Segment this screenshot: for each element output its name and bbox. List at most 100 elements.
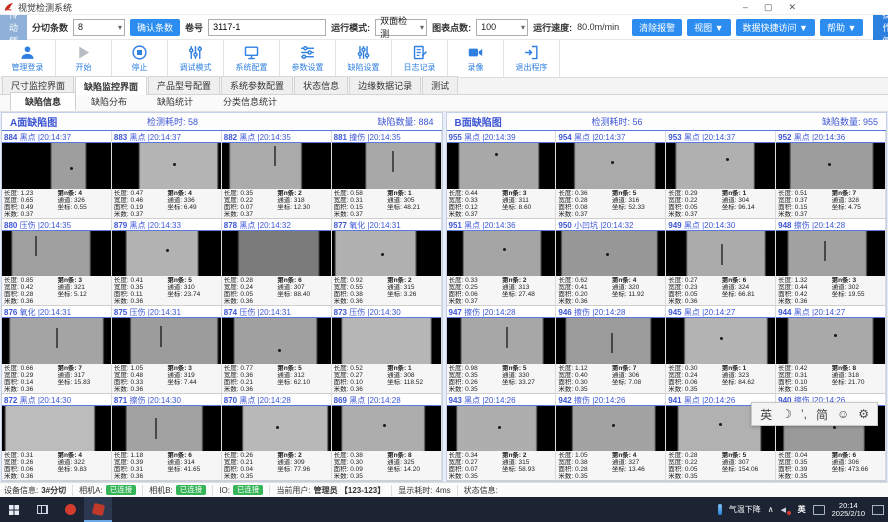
action-tune-button[interactable]: 调试模式 [168, 40, 224, 77]
ime-english-icon[interactable]: 英 [760, 406, 772, 423]
defect-cell[interactable]: 955 黑点 |20:14:39长度: 0.44宽度: 0.33面积: 0.12… [447, 131, 557, 219]
defect-image[interactable] [112, 318, 221, 364]
defect-image[interactable] [2, 318, 111, 364]
defect-image[interactable] [556, 143, 665, 189]
defect-image[interactable] [112, 406, 221, 452]
action-user-button[interactable]: 管理登录 [0, 40, 56, 77]
defect-image[interactable] [666, 318, 775, 364]
action-log-button[interactable]: 日志记录 [392, 40, 448, 77]
operator-side-button[interactable]: 操作侧 [873, 15, 888, 40]
defect-cell[interactable]: 880 压伤 |20:14:35长度: 0.85宽度: 0.42面积: 0.28… [2, 219, 112, 307]
main-tab[interactable]: 测试 [422, 76, 458, 94]
roll-number-input[interactable] [208, 19, 326, 36]
action-vsliders-button[interactable]: 缺陷设置 [336, 40, 392, 77]
defect-image[interactable] [447, 318, 556, 364]
defect-cell[interactable]: 871 擦伤 |20:14:30长度: 1.18宽度: 0.39面积: 0.31… [112, 394, 222, 482]
defect-image[interactable] [222, 406, 331, 452]
defect-cell[interactable]: 945 黑点 |20:14:27长度: 0.30宽度: 0.24面积: 0.06… [666, 306, 776, 394]
sub-tab[interactable]: 分类信息统计 [208, 92, 292, 111]
taskbar-clock[interactable]: 20:14 2025/2/10 [832, 502, 865, 518]
defect-cell[interactable]: 882 黑点 |20:14:35长度: 0.35宽度: 0.22面积: 0.07… [222, 131, 332, 219]
start-button[interactable] [0, 497, 28, 522]
defect-image[interactable] [222, 318, 331, 364]
action-play-button[interactable]: 开始 [56, 40, 112, 77]
defect-image[interactable] [112, 143, 221, 189]
defect-cell[interactable]: 948 擦伤 |20:14:28长度: 1.32宽度: 0.44面积: 0.42… [776, 219, 886, 307]
ime-language-indicator[interactable]: 英 [798, 504, 806, 515]
defect-image[interactable] [776, 143, 885, 189]
defect-cell[interactable]: 877 氧化 |20:14:31长度: 0.92宽度: 0.55面积: 0.38… [332, 219, 442, 307]
defect-image[interactable] [556, 406, 665, 452]
defect-image[interactable] [2, 406, 111, 452]
touch-keyboard-icon[interactable] [813, 505, 825, 515]
defect-cell[interactable]: 874 压伤 |20:14:31长度: 0.77宽度: 0.36面积: 0.21… [222, 306, 332, 394]
minimize-button[interactable]: – [743, 2, 748, 13]
defect-image[interactable] [332, 143, 441, 189]
defect-image[interactable] [556, 318, 665, 364]
ime-punctuation-icon[interactable]: ’, [801, 407, 807, 421]
tray-expand-icon[interactable]: ∧ [768, 505, 774, 514]
maximize-button[interactable]: ▢ [764, 2, 773, 13]
defect-cell[interactable]: 942 擦伤 |20:14:26长度: 1.05宽度: 0.38面积: 0.28… [556, 394, 666, 482]
defect-image[interactable] [332, 231, 441, 277]
defect-cell[interactable]: 878 黑点 |20:14:32长度: 0.28宽度: 0.24面积: 0.05… [222, 219, 332, 307]
drive-side-button[interactable]: 传动侧 [0, 15, 27, 40]
split-count-select[interactable]: 8 [73, 19, 125, 36]
defect-cell[interactable]: 947 擦伤 |20:14:28长度: 0.98宽度: 0.35面积: 0.26… [447, 306, 557, 394]
defect-image[interactable] [332, 406, 441, 452]
clear-alarm-button[interactable]: 清除报警 [632, 19, 682, 36]
defect-cell[interactable]: 949 黑点 |20:14:30长度: 0.27宽度: 0.23面积: 0.05… [666, 219, 776, 307]
defect-cell[interactable]: 879 黑点 |20:14:33长度: 0.41宽度: 0.35面积: 0.11… [112, 219, 222, 307]
defect-cell[interactable]: 950 小凹坑 |20:14:32长度: 0.62宽度: 0.41面积: 0.2… [556, 219, 666, 307]
run-mode-select[interactable]: 双面检测 [375, 19, 427, 36]
defect-image[interactable] [222, 231, 331, 277]
confirm-count-button[interactable]: 确认条数 [130, 19, 180, 36]
inspection-app-icon[interactable] [84, 497, 112, 522]
defect-image[interactable] [666, 143, 775, 189]
defect-cell[interactable]: 884 黑点 |20:14:37长度: 1.23宽度: 0.65面积: 0.49… [2, 131, 112, 219]
sub-tab[interactable]: 缺陷统计 [142, 92, 208, 111]
defect-image[interactable] [447, 231, 556, 277]
defect-image[interactable] [112, 231, 221, 277]
data-access-menu-button[interactable]: 数据快捷访问 ▼ [736, 19, 815, 36]
ime-moon-icon[interactable]: ☽ [781, 407, 792, 421]
defect-cell[interactable]: 869 黑点 |20:14:28长度: 0.38宽度: 0.30面积: 0.09… [332, 394, 442, 482]
ime-simplified-icon[interactable]: 简 [816, 406, 828, 423]
main-tab[interactable]: 边缘数据记录 [349, 76, 421, 94]
defect-image[interactable] [776, 318, 885, 364]
defect-cell[interactable]: 873 压伤 |20:14:30长度: 0.52宽度: 0.27面积: 0.10… [332, 306, 442, 394]
browser-app-icon[interactable] [56, 497, 84, 522]
help-menu-button[interactable]: 帮助 ▼ [820, 19, 863, 36]
defect-image[interactable] [222, 143, 331, 189]
defect-cell[interactable]: 951 黑点 |20:14:36长度: 0.33宽度: 0.25面积: 0.06… [447, 219, 557, 307]
defect-cell[interactable]: 876 氧化 |20:14:31长度: 0.66宽度: 0.29面积: 0.14… [2, 306, 112, 394]
ime-settings-icon[interactable]: ⚙ [858, 407, 869, 421]
volume-icon[interactable] [781, 505, 791, 515]
defect-image[interactable] [332, 318, 441, 364]
action-center-icon[interactable] [872, 505, 884, 515]
defect-cell[interactable]: 870 黑点 |20:14:28长度: 0.26宽度: 0.21面积: 0.04… [222, 394, 332, 482]
view-menu-button[interactable]: 视图 ▼ [687, 19, 730, 36]
defect-cell[interactable]: 881 撞伤 |20:14:35长度: 0.58宽度: 0.31面积: 0.15… [332, 131, 442, 219]
sub-tab[interactable]: 缺陷信息 [10, 92, 76, 111]
defect-image[interactable] [556, 231, 665, 277]
action-monitor-button[interactable]: 系统配置 [224, 40, 280, 77]
defect-cell[interactable]: 883 黑点 |20:14:37长度: 0.47宽度: 0.46面积: 0.19… [112, 131, 222, 219]
close-button[interactable]: ✕ [788, 2, 796, 13]
defect-image[interactable] [666, 231, 775, 277]
action-sliders-button[interactable]: 参数设置 [280, 40, 336, 77]
defect-image[interactable] [776, 231, 885, 277]
weather-ticker[interactable]: 气温下降 [729, 504, 761, 515]
defect-cell[interactable]: 953 黑点 |20:14:37长度: 0.29宽度: 0.22面积: 0.05… [666, 131, 776, 219]
defect-cell[interactable]: 875 压伤 |20:14:31长度: 1.05宽度: 0.48面积: 0.33… [112, 306, 222, 394]
defect-image[interactable] [447, 406, 556, 452]
ime-emoji-icon[interactable]: ☺ [837, 407, 849, 421]
defect-image[interactable] [447, 143, 556, 189]
defect-cell[interactable]: 946 擦伤 |20:14:28长度: 1.12宽度: 0.40面积: 0.30… [556, 306, 666, 394]
action-exit-button[interactable]: 退出程序 [504, 40, 560, 77]
defect-cell[interactable]: 944 黑点 |20:14:27长度: 0.42宽度: 0.31面积: 0.10… [776, 306, 886, 394]
task-view-button[interactable] [28, 497, 56, 522]
defect-cell[interactable]: 943 黑点 |20:14:26长度: 0.34宽度: 0.27面积: 0.07… [447, 394, 557, 482]
action-stop-button[interactable]: 停止 [112, 40, 168, 77]
defect-cell[interactable]: 872 黑点 |20:14:30长度: 0.31宽度: 0.26面积: 0.06… [2, 394, 112, 482]
